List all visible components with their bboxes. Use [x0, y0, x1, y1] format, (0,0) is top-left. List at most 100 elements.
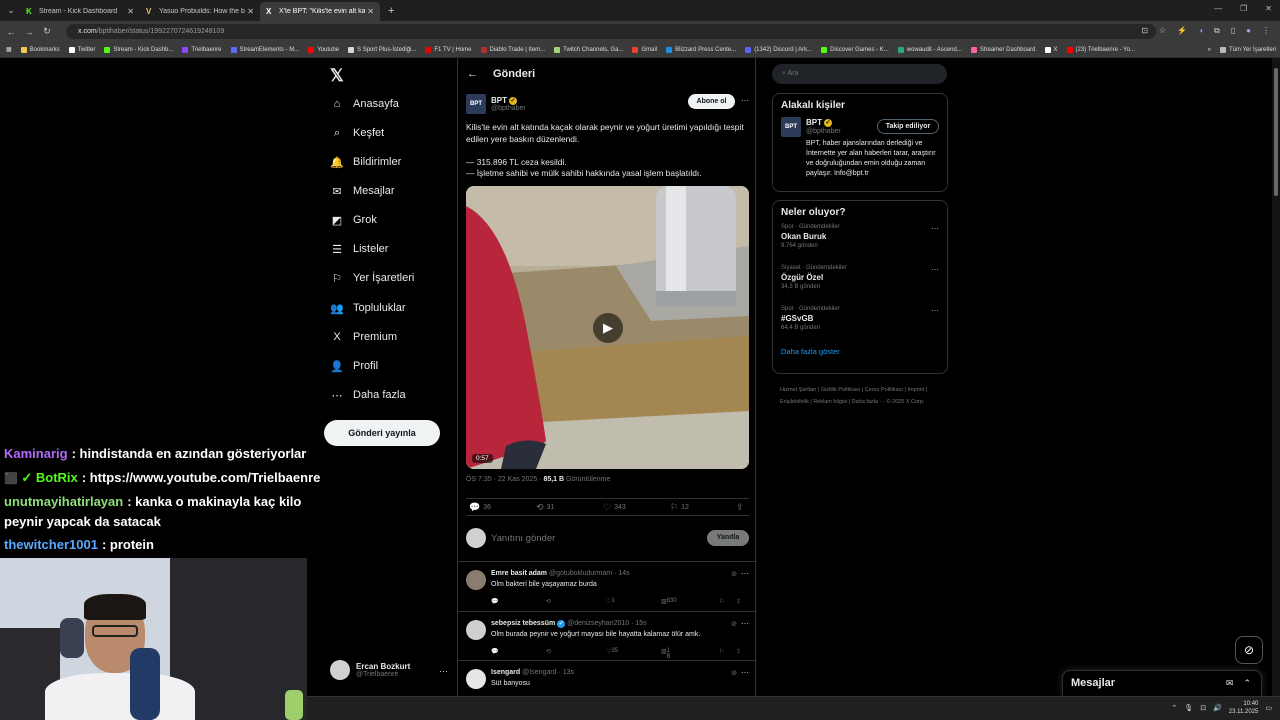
tab-kick-dashboard[interactable]: K Stream - Kick Dashboard ✕ [20, 2, 140, 21]
notification-icon[interactable]: ▭ [1265, 704, 1272, 712]
search-input[interactable]: ⌕ Ara [772, 64, 947, 84]
share-icon[interactable]: ⇪ [736, 648, 741, 655]
play-icon[interactable]: ▶ [593, 313, 623, 343]
bookmark-item[interactable]: wowaudit - Ascend... [897, 46, 962, 53]
nav-item-profile[interactable]: 👤 Profil [330, 356, 378, 376]
bookmark-item[interactable]: F1 TV | Home [425, 46, 472, 53]
url-field[interactable]: x.com/bptihaber/status/19922707246192481… [66, 24, 1156, 39]
more-options-icon[interactable]: ⋯ [931, 306, 939, 315]
following-button[interactable]: Takip ediliyor [877, 119, 939, 134]
views-action[interactable]: ▥ 1 B [661, 648, 671, 660]
account-switcher[interactable]: Ercan Bozkurt @Trielbaenre ⋯ [330, 660, 452, 680]
clock[interactable]: 10:40 23.11.2025 [1229, 700, 1259, 716]
volume-icon[interactable]: 🔊 [1213, 704, 1222, 712]
reply-button[interactable]: Yanıtla [707, 530, 749, 546]
bookmark-item[interactable]: S Sport Plus-İstediği... [348, 46, 416, 53]
reply-input[interactable]: Yanıtını gönder [491, 533, 555, 544]
extensions-puzzle-icon[interactable]: ⧉ [1214, 26, 1220, 36]
install-app-icon[interactable]: ⊡ [1141, 26, 1148, 36]
nav-item-messages[interactable]: ✉ Mesajlar [330, 181, 394, 201]
reply-item[interactable]: Emre basit adam @gotubokludurmam · 14s O… [458, 561, 757, 611]
post-button[interactable]: Gönderi yayınla [324, 420, 440, 446]
browser-menu-icon[interactable]: ⋮ [1262, 26, 1270, 36]
repost-icon[interactable]: ⟲ [546, 598, 551, 605]
all-bookmarks-folder[interactable]: Tüm Yer İşaretleri [1219, 46, 1276, 53]
bookmarks-overflow-icon[interactable]: » [1208, 47, 1211, 53]
nav-item-premium[interactable]: X Premium [330, 327, 397, 347]
repost-action[interactable]: ⟲ 31 [536, 502, 554, 513]
bookmark-item[interactable]: Blizzard Press Cente... [666, 46, 736, 53]
expand-icon[interactable]: ⌃ [1243, 678, 1251, 689]
reload-icon[interactable]: ↻ [40, 26, 54, 37]
nav-item-home[interactable]: ⌂ Anasayfa [330, 94, 399, 114]
bookmark-item[interactable]: (1342) Discord | Ark... [745, 46, 812, 53]
close-window-icon[interactable]: ✕ [1265, 4, 1272, 13]
more-options-icon[interactable]: ⋯ [741, 619, 749, 628]
reply-author[interactable]: sebepsiz tebessüm ✓ @denizseyhan2010 · 15… [491, 620, 647, 628]
tab-close-icon[interactable]: ✕ [247, 7, 254, 16]
bookmark-item[interactable]: StreamElements - M... [230, 46, 299, 53]
subscribe-button[interactable]: Abone ol [688, 94, 735, 109]
author-name[interactable]: BPT [491, 96, 507, 105]
nav-item-explore[interactable]: ⌕ Keşfet [330, 123, 384, 143]
share-action[interactable]: ⇪ [736, 502, 747, 513]
reply-action[interactable]: 💬 36 [469, 502, 491, 513]
reply-author[interactable]: Isengard @Isengard · 13s [491, 669, 574, 676]
network-icon[interactable]: ⊡ [1200, 704, 1206, 712]
page-scrollbar[interactable] [1272, 58, 1280, 696]
tab-x-post[interactable]: X X'te BPT: "Kilis'te evin alt katında ✕ [260, 2, 380, 21]
like-action[interactable]: ♡ 1 [606, 598, 615, 605]
avatar[interactable] [466, 669, 486, 689]
messages-drawer[interactable]: Mesajlar ✉ ⌃ [1062, 670, 1262, 696]
scrollbar-thumb[interactable] [1274, 68, 1278, 196]
trend-item[interactable]: Spor · Gündemdekiler Okan Buruk 9.764 gö… [773, 224, 947, 265]
bookmark-item[interactable]: Stream - Kick Dashb... [104, 46, 173, 53]
tab-search-icon[interactable]: ⌄ [2, 2, 20, 20]
bookmark-item[interactable]: (23) Trielbaenre - Yo... [1066, 46, 1135, 53]
nav-item-bookmarks[interactable]: ⚐ Yer İşaretleri [330, 268, 414, 288]
nav-item-more[interactable]: ⋯ Daha fazla [330, 385, 406, 405]
trend-item[interactable]: Spor · Gündemdekiler #GSvGB 64,4 B gönde… [773, 306, 947, 347]
new-message-icon[interactable]: ✉ [1226, 678, 1234, 689]
reply-item[interactable]: sebepsiz tebessüm ✓ @denizseyhan2010 · 15… [458, 611, 757, 661]
more-options-icon[interactable]: ⋯ [931, 265, 939, 274]
forward-icon[interactable]: → [22, 27, 36, 37]
bookmark-item[interactable]: Diablo Trade | Item... [480, 46, 545, 53]
nav-item-grok[interactable]: ◩ Grok [330, 210, 377, 230]
more-options-icon[interactable]: ⋯ [741, 96, 749, 105]
minimize-icon[interactable]: — [1214, 4, 1222, 13]
bookmark-item[interactable]: Bookmarks [20, 46, 60, 53]
grok-icon[interactable]: ⊘ [731, 620, 737, 628]
show-more-link[interactable]: Daha fazla göster [773, 347, 947, 356]
bookmark-item[interactable]: Gmail [632, 46, 657, 53]
sidebar-icon[interactable]: ▯ [1231, 26, 1235, 36]
grok-floating-button[interactable]: ⊘ [1235, 636, 1263, 664]
more-options-icon[interactable]: ⋯ [931, 224, 939, 233]
back-arrow-icon[interactable]: ← [467, 68, 478, 80]
bookmark-icon[interactable]: ⚐ [719, 598, 724, 605]
like-action[interactable]: ♡ 35 [606, 648, 618, 655]
grok-icon[interactable]: ⊘ [731, 669, 737, 677]
more-options-icon[interactable]: ⋯ [741, 668, 749, 677]
nav-item-communities[interactable]: 👥 Topluluklar [330, 298, 405, 318]
reply-icon[interactable]: 💬 [491, 648, 498, 655]
views-action[interactable]: ▥ 830 [661, 598, 677, 605]
tray-chevron-icon[interactable]: ⌃ [1171, 704, 1177, 712]
bookmark-item[interactable]: Trielbaenre [182, 46, 222, 53]
avatar[interactable] [466, 620, 486, 640]
tab-close-icon[interactable]: ✕ [367, 7, 374, 16]
related-name[interactable]: BPT [806, 118, 822, 127]
extension-icon[interactable]: ◑ [1198, 26, 1203, 36]
author-handle[interactable]: @bpthaber [491, 105, 526, 112]
nav-item-lists[interactable]: ☰ Listeler [330, 239, 388, 259]
profile-avatar-icon[interactable]: ● [1246, 26, 1251, 36]
related-person[interactable]: BPT BPT ✓ @bpthaber Takip ediliyor BPT, h… [773, 117, 947, 183]
more-options-icon[interactable]: ⋯ [741, 569, 749, 578]
apps-grid-icon[interactable]: ▦ [6, 46, 12, 53]
reply-author[interactable]: Emre basit adam @gotubokludurmam · 14s [491, 570, 630, 577]
extension-icon[interactable]: ⚡ [1177, 26, 1187, 36]
bookmark-item[interactable]: Discover Games - K... [821, 46, 889, 53]
grok-icon[interactable]: ⊘ [731, 570, 737, 578]
bookmark-item[interactable]: Youtube [308, 46, 339, 53]
post-video[interactable]: ▶ 0:57 [466, 186, 749, 469]
